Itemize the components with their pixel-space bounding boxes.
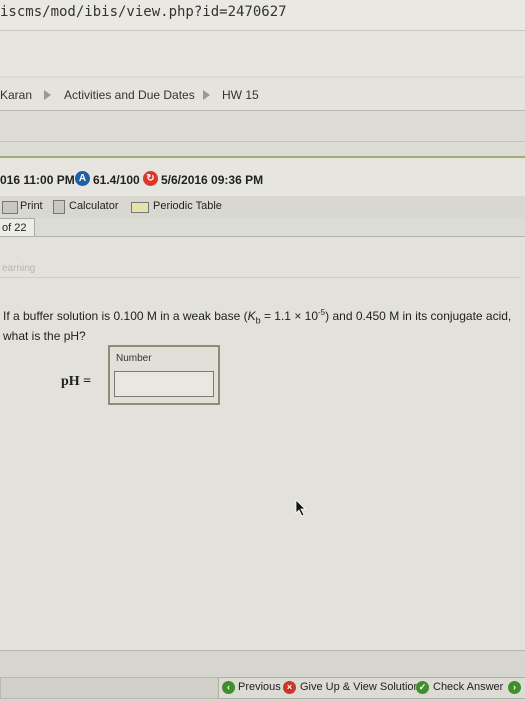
- question-panel: earning If a buffer solution is 0.100 M …: [0, 237, 525, 650]
- previous-button[interactable]: Previous: [238, 681, 281, 693]
- ph-answer-input[interactable]: [114, 371, 214, 397]
- give-up-button[interactable]: Give Up & View Solution: [300, 681, 420, 693]
- mouse-cursor-icon: [295, 499, 306, 517]
- url-text: iscms/mod/ibis/view.php?id=2470627: [0, 4, 287, 20]
- calculator-button[interactable]: Calculator: [69, 200, 119, 212]
- question-text: If a buffer solution is 0.100 M in a wea…: [3, 308, 512, 344]
- check-answer-button[interactable]: Check Answer: [433, 681, 503, 693]
- answer-box: Number: [108, 345, 220, 405]
- calculator-icon: [53, 200, 65, 214]
- learning-label: earning: [2, 263, 36, 274]
- toolbar: Print Calculator Periodic Table: [0, 196, 525, 218]
- spacer: [0, 111, 525, 155]
- periodic-table-icon: [131, 202, 149, 213]
- print-button[interactable]: Print: [20, 200, 43, 212]
- assignment-status-bar: 016 11:00 PM A 61.4/100 ↻ 5/6/2016 09:36…: [0, 156, 525, 198]
- score-badge-icon: A: [75, 171, 90, 186]
- page-tab[interactable]: of 22: [0, 218, 35, 238]
- next-icon[interactable]: ›: [508, 681, 521, 694]
- chevron-right-icon: [203, 90, 210, 100]
- chevron-right-icon: [44, 90, 51, 100]
- breadcrumb: Karan Activities and Due Dates HW 15: [0, 78, 525, 111]
- submitted-date: 5/6/2016 09:36 PM: [161, 173, 264, 187]
- bottom-bar: ‹ Previous × Give Up & View Solution ✓ C…: [0, 650, 525, 701]
- previous-icon: ‹: [222, 681, 235, 694]
- breadcrumb-item-assignment[interactable]: HW 15: [222, 88, 259, 102]
- address-bar[interactable]: iscms/mod/ibis/view.php?id=2470627: [0, 0, 525, 31]
- periodic-table-button[interactable]: Periodic Table: [153, 200, 222, 212]
- give-up-icon: ×: [283, 681, 296, 694]
- breadcrumb-item-course[interactable]: Karan: [0, 88, 32, 102]
- clock-icon: ↻: [143, 171, 158, 186]
- answer-type-label: Number: [116, 353, 152, 364]
- question-navigation: ‹ Previous × Give Up & View Solution ✓ C…: [218, 677, 525, 699]
- due-date: 016 11:00 PM: [0, 173, 75, 187]
- checkmark-icon: ✓: [416, 681, 429, 694]
- printer-icon: [2, 201, 18, 214]
- breadcrumb-item-activities[interactable]: Activities and Due Dates: [64, 88, 195, 102]
- score-value: 61.4/100: [93, 173, 140, 187]
- ph-label: pH =: [61, 374, 92, 389]
- bottom-left-panel: [0, 677, 220, 699]
- header-area: [0, 31, 525, 76]
